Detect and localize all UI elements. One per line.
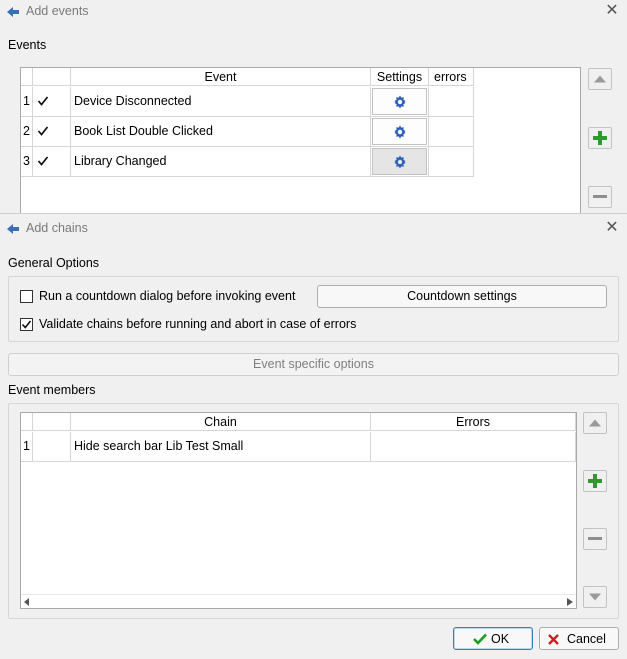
check-icon[interactable] <box>37 95 49 107</box>
event-name[interactable]: Device Disconnected <box>71 87 371 117</box>
scroll-right-icon[interactable] <box>567 598 573 606</box>
general-options-label: General Options <box>8 256 100 270</box>
chains-add-button[interactable] <box>583 470 607 492</box>
errors-cell <box>429 147 474 177</box>
event-name[interactable]: Library Changed <box>71 147 371 177</box>
events-remove-button[interactable] <box>588 186 612 208</box>
header-corner <box>21 413 33 431</box>
checkbox-box[interactable] <box>20 290 33 303</box>
row-check-cell[interactable] <box>33 117 71 147</box>
header-check <box>33 68 71 86</box>
errors-cell <box>429 87 474 117</box>
chain-errors <box>371 432 576 462</box>
ok-button[interactable]: OK <box>453 627 533 650</box>
back-arrow-icon <box>7 7 19 17</box>
arrow-up-icon <box>589 419 601 427</box>
row-check-cell[interactable] <box>33 147 71 177</box>
header-event[interactable]: Event <box>71 68 371 86</box>
check-icon <box>21 320 32 329</box>
close-x-icon <box>548 634 559 645</box>
events-move-up-button[interactable] <box>588 68 612 90</box>
row-number: 1 <box>21 87 33 117</box>
minus-icon <box>588 537 602 540</box>
gear-icon <box>394 125 405 138</box>
errors-cell <box>429 117 474 147</box>
event-name[interactable]: Book List Double Clicked <box>71 117 371 147</box>
chain-name[interactable]: Hide search bar Lib Test Small <box>71 432 371 462</box>
plus-icon <box>593 131 607 145</box>
row-number: 2 <box>21 117 33 147</box>
checkbox-box[interactable] <box>20 318 33 331</box>
chains-title: Add chains <box>26 221 88 235</box>
gear-icon <box>394 95 405 108</box>
chains-move-up-button[interactable] <box>583 412 607 434</box>
gear-icon <box>394 155 405 168</box>
checkmark-icon <box>473 633 487 645</box>
back-arrow-icon <box>7 224 19 234</box>
header-corner <box>21 68 33 86</box>
header-errors[interactable]: Errors <box>371 413 576 431</box>
settings-button[interactable] <box>372 118 427 145</box>
events-title: Add events <box>26 4 89 18</box>
validate-checkbox[interactable]: Validate chains before running and abort… <box>20 317 380 333</box>
header-chain[interactable]: Chain <box>71 413 371 431</box>
settings-cell <box>371 147 429 177</box>
countdown-checkbox[interactable]: Run a countdown dialog before invoking e… <box>20 289 310 305</box>
events-add-button[interactable] <box>588 127 612 149</box>
chains-table[interactable]: Chain Errors 1 Hide search bar Lib Test … <box>20 412 577 609</box>
chains-close-icon[interactable]: ✕ <box>603 218 621 238</box>
settings-button[interactable] <box>372 88 427 115</box>
plus-icon <box>588 474 602 488</box>
cancel-button[interactable]: Cancel <box>539 627 619 650</box>
settings-button[interactable] <box>372 148 427 175</box>
ok-label: OK <box>491 632 510 646</box>
event-members-label: Event members <box>8 383 96 397</box>
check-icon[interactable] <box>37 155 49 167</box>
events-titlebar: Add events ✕ <box>0 0 627 24</box>
header-errors[interactable]: errors <box>429 68 474 86</box>
event-specific-options-button[interactable]: Event specific options <box>8 353 619 376</box>
minus-icon <box>593 195 607 198</box>
row-number: 1 <box>21 432 33 462</box>
chains-titlebar: Add chains ✕ <box>0 217 627 241</box>
row-number: 3 <box>21 147 33 177</box>
row-blank-cell <box>33 432 71 462</box>
countdown-label: Run a countdown dialog before invoking e… <box>39 289 296 303</box>
header-blank <box>33 413 71 431</box>
chains-move-down-button[interactable] <box>583 586 607 608</box>
row-check-cell[interactable] <box>33 87 71 117</box>
horizontal-scrollbar[interactable] <box>21 594 576 608</box>
events-close-icon[interactable]: ✕ <box>603 1 621 21</box>
arrow-up-icon <box>594 75 606 83</box>
cancel-label: Cancel <box>567 632 606 646</box>
settings-cell <box>371 117 429 147</box>
chains-remove-button[interactable] <box>583 528 607 550</box>
settings-cell <box>371 87 429 117</box>
check-icon[interactable] <box>37 125 49 137</box>
events-section-label: Events <box>8 38 47 52</box>
scroll-left-icon[interactable] <box>24 598 30 606</box>
countdown-settings-button[interactable]: Countdown settings <box>317 285 607 308</box>
events-table[interactable]: Event Settings errors 1 Device Disconnec… <box>20 67 581 217</box>
validate-label: Validate chains before running and abort… <box>39 317 357 331</box>
header-settings[interactable]: Settings <box>371 68 429 86</box>
arrow-down-icon <box>589 593 601 601</box>
